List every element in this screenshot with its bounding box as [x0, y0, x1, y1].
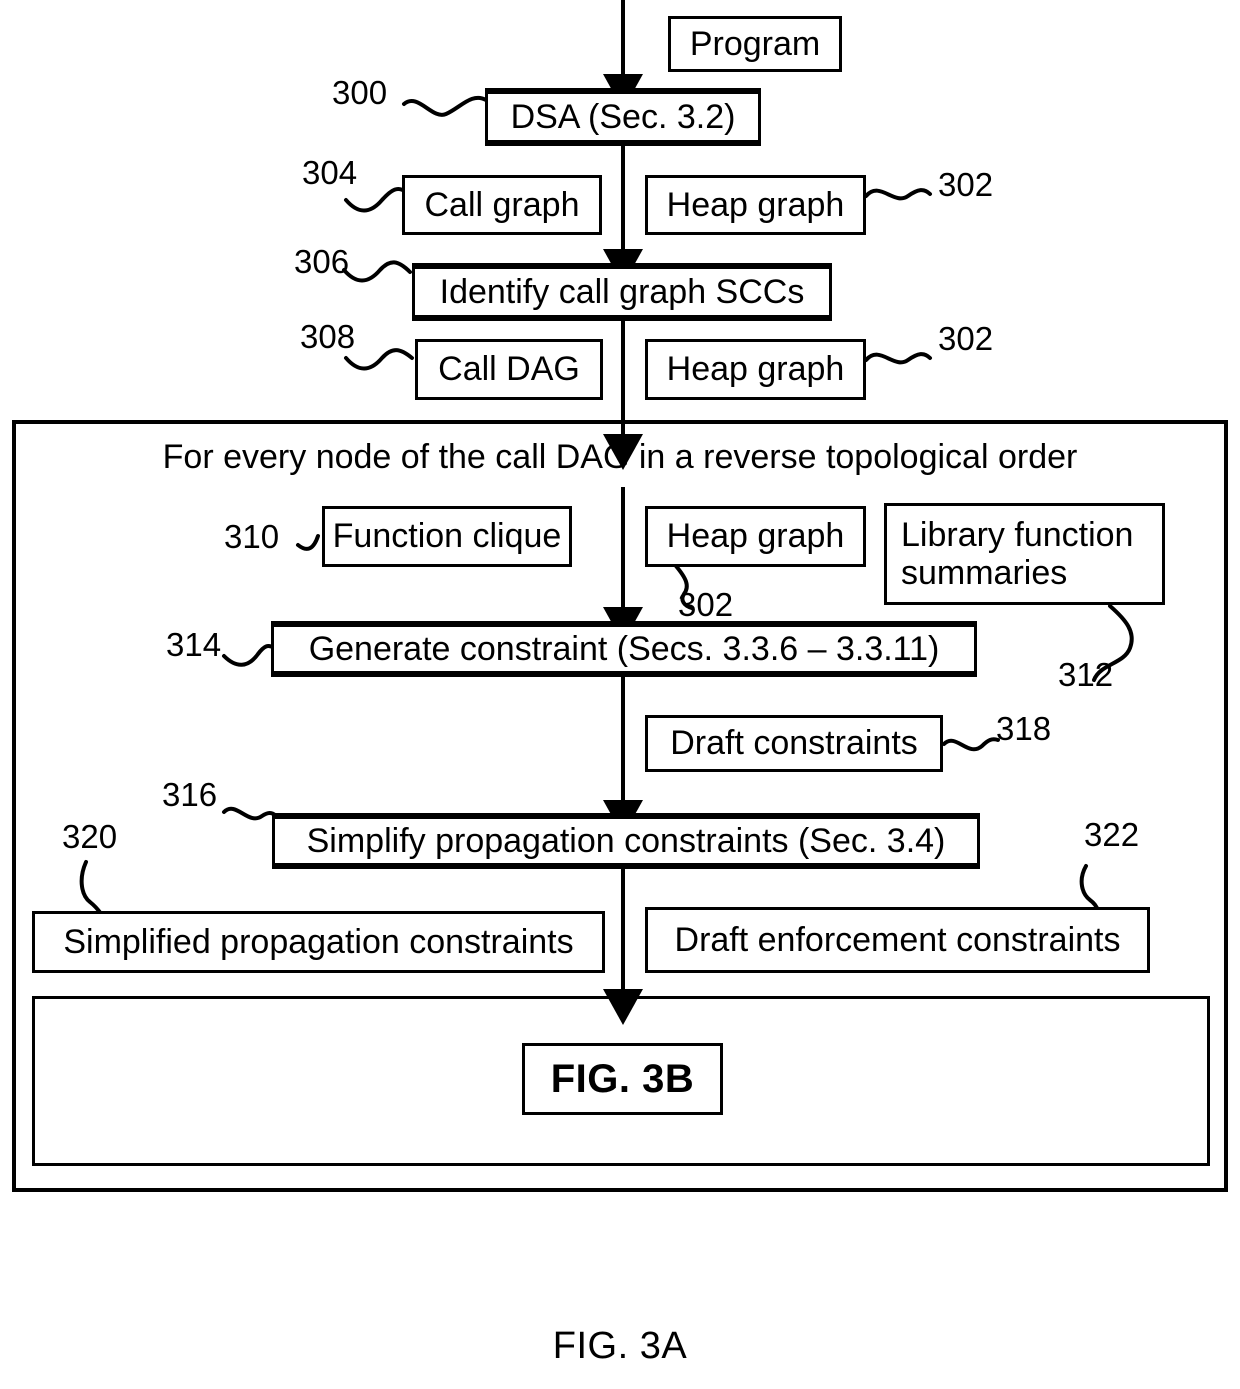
leader-302-top — [864, 188, 932, 201]
node-generate-constraint: Generate constraint (Secs. 3.3.6 – 3.3.1… — [271, 621, 977, 677]
refnum-300: 300 — [332, 74, 388, 111]
refnum-302-top: 302 — [938, 166, 994, 203]
node-call-graph: Call graph — [402, 175, 602, 235]
figure-canvas: Program DSA (Sec. 3.2) Call graph Heap g… — [0, 0, 1240, 1389]
node-draft-enforcement: Draft enforcement constraints — [645, 907, 1150, 973]
refnum-302-mid: 302 — [938, 320, 994, 357]
refnum-316: 316 — [162, 776, 218, 813]
node-heap-graph-top: Heap graph — [645, 175, 866, 235]
node-fig3b-reference[interactable]: FIG. 3B — [522, 1043, 723, 1115]
leader-302-mid — [864, 352, 932, 365]
node-call-dag: Call DAG — [415, 339, 603, 400]
node-heap-graph-inner: Heap graph — [645, 506, 866, 567]
node-function-clique: Function clique — [322, 506, 572, 567]
node-draft-constraints: Draft constraints — [645, 715, 943, 772]
refnum-306: 306 — [294, 243, 350, 280]
node-identify-sccs: Identify call graph SCCs — [412, 263, 832, 321]
refnum-314: 314 — [166, 626, 222, 663]
refnum-322: 322 — [1084, 816, 1140, 853]
leader-300 — [402, 95, 488, 117]
refnum-304: 304 — [302, 154, 358, 191]
loop-label: For every node of the call DAG in a reve… — [162, 438, 1078, 476]
refnum-312: 312 — [1058, 656, 1114, 693]
refnum-318: 318 — [996, 710, 1052, 747]
node-simplified-propagation: Simplified propagation constraints — [32, 911, 605, 973]
refnum-310: 310 — [224, 518, 280, 555]
node-library-summaries: Library function summaries — [884, 503, 1165, 605]
refnum-308: 308 — [300, 318, 356, 355]
leader-306 — [342, 260, 412, 283]
leader-308 — [344, 348, 414, 371]
refnum-320: 320 — [62, 818, 118, 855]
node-simplify-constraints: Simplify propagation constraints (Sec. 3… — [272, 813, 980, 869]
node-program: Program — [668, 16, 842, 72]
refnum-302-inner: 302 — [678, 586, 734, 623]
figure-caption: FIG. 3A — [552, 1325, 688, 1367]
node-dsa: DSA (Sec. 3.2) — [485, 88, 761, 146]
node-heap-graph-mid: Heap graph — [645, 339, 866, 400]
leader-304 — [344, 186, 408, 213]
